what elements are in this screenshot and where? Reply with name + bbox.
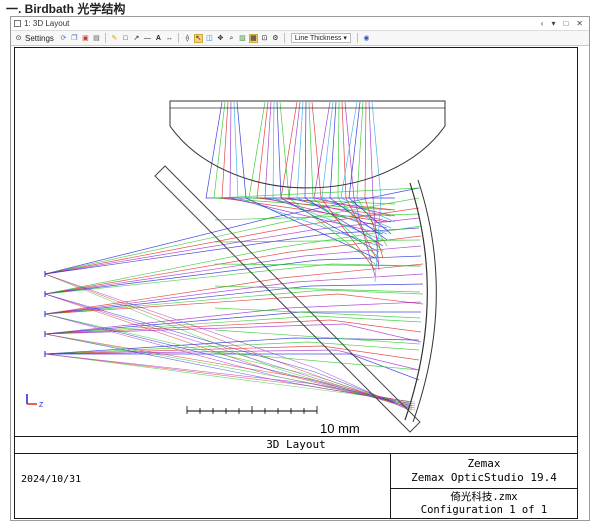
window-title: 1: 3D Layout (24, 19, 70, 28)
layout-window: 1: 3D Layout ‹ ▾ □ ✕ ⊙ Settings ⟳ ❐ ▣ ▤ … (10, 16, 590, 521)
arrow-icon[interactable]: ↗ (132, 34, 141, 43)
text-icon[interactable]: A (154, 34, 163, 43)
refresh-icon[interactable]: ⟳ (59, 34, 68, 43)
save-icon[interactable]: ▣ (81, 34, 90, 43)
chevron-down-icon: ⊙ (15, 34, 22, 42)
ray-path (371, 101, 382, 283)
ray-path (44, 263, 422, 295)
pencil-icon[interactable]: ✎ (110, 34, 119, 43)
settings-button[interactable]: ⊙ Settings (14, 34, 54, 43)
lens-element (169, 100, 446, 189)
toolbar-separator (177, 33, 179, 43)
window-maximize-button[interactable]: □ (563, 19, 568, 28)
line-thickness-dropdown[interactable]: Line Thickness ▾ (290, 33, 351, 43)
window-controls: ‹ ▾ □ ✕ (541, 19, 583, 28)
pan-icon[interactable]: ✥ (216, 34, 225, 43)
ray-path (214, 351, 421, 371)
toolbar: ⊙ Settings ⟳ ❐ ▣ ▤ ✎ □ ↗ — A ↔ ⟠ ↖ ◫ ✥ ⌕… (11, 30, 589, 46)
info-file: 倚光科技.zmx (450, 491, 518, 503)
pointer-icon[interactable]: ↖ (193, 33, 203, 43)
info-date: 2024/10/31 (21, 474, 82, 485)
axis-indicator: Z (26, 394, 44, 409)
layout-plot[interactable]: Z 10 mm (14, 47, 578, 437)
copy-icon[interactable]: ❐ (70, 34, 79, 43)
layers-icon[interactable]: ◫ (205, 34, 214, 43)
info-product: Zemax OpticStudio 19.4 (411, 471, 557, 484)
ray-path (214, 329, 421, 345)
window-close-button[interactable]: ✕ (576, 19, 583, 28)
window-app-icon (14, 20, 21, 27)
window-back-button[interactable]: ‹ (541, 19, 544, 28)
settings-cog-icon[interactable]: ⚙ (271, 34, 280, 43)
info-configuration: Configuration 1 of 1 (420, 504, 548, 516)
lens-icon[interactable]: ⟠ (183, 34, 192, 43)
stack-icon[interactable]: ▦ (248, 33, 258, 43)
scale-bar-label: 10 mm (320, 421, 360, 436)
print-icon[interactable]: ▤ (92, 34, 101, 43)
info-product-cell: Zemax Zemax OpticStudio 19.4 (391, 453, 577, 489)
curved-mirror-back (412, 179, 437, 423)
ray-path (45, 353, 420, 381)
ray-path (214, 285, 421, 293)
rectangle-icon[interactable]: □ (121, 34, 130, 43)
globe-icon[interactable]: ◉ (362, 34, 371, 43)
info-left-cell: 2024/10/31 (15, 453, 391, 518)
optical-layout-drawing: Z (26, 100, 446, 433)
toolbar-separator (356, 33, 358, 43)
ray-path (44, 283, 424, 315)
zoom-icon[interactable]: ⌕ (227, 34, 236, 43)
scale-bar (186, 406, 318, 414)
axis-label: Z (39, 402, 44, 409)
info-block: 3D Layout 2024/10/31 Zemax Zemax OpticSt… (14, 437, 578, 519)
toolbar-separator (104, 33, 106, 43)
info-title: 3D Layout (15, 437, 577, 454)
toolbar-separator (283, 33, 285, 43)
dimension-icon[interactable]: ↔ (165, 34, 174, 43)
window-titlebar: 1: 3D Layout ‹ ▾ □ ✕ (11, 17, 589, 30)
info-file-cell: 倚光科技.zmx Configuration 1 of 1 (391, 489, 577, 518)
image-icon[interactable]: ▨ (238, 34, 247, 43)
fit-icon[interactable]: ⊡ (260, 34, 269, 43)
line-icon[interactable]: — (143, 34, 152, 43)
window-menu-button[interactable]: ▾ (551, 19, 555, 28)
ray-path (44, 197, 420, 275)
settings-label: Settings (25, 33, 54, 43)
info-company: Zemax (467, 457, 501, 470)
line-thickness-label: Line Thickness (294, 35, 342, 42)
document-heading: 一. Birdbath 光学结构 (6, 2, 126, 16)
